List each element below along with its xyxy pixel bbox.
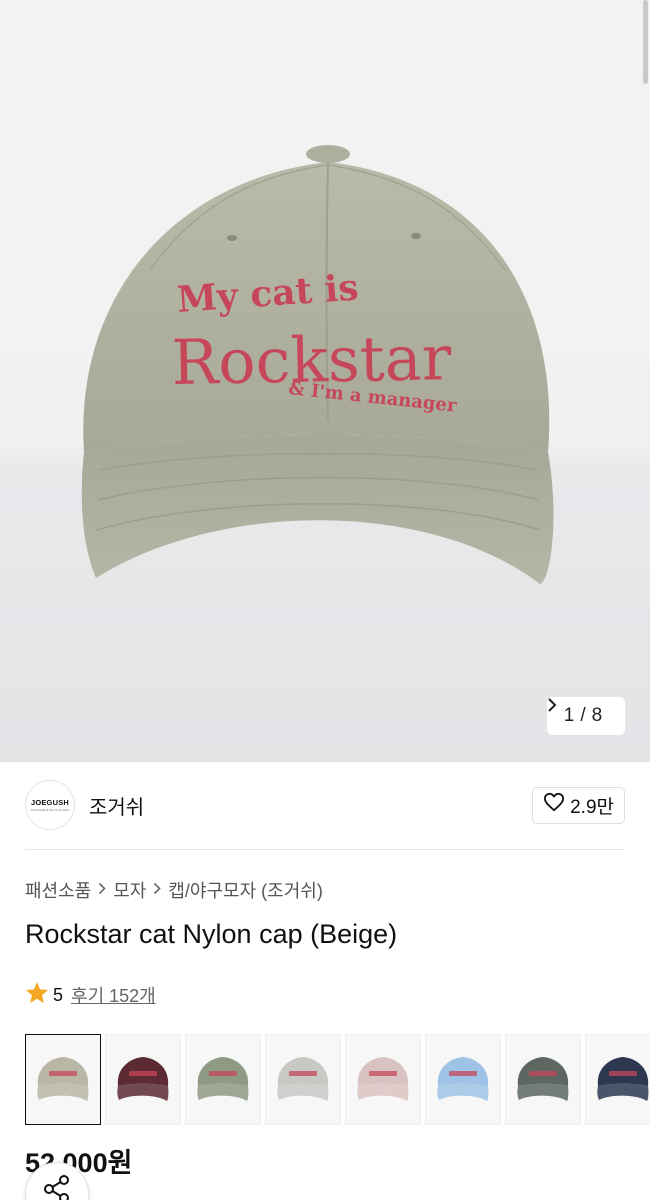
star-icon bbox=[25, 981, 49, 1009]
color-option-swatch[interactable] bbox=[185, 1034, 261, 1125]
review-count-link[interactable]: 후기 152개 bbox=[71, 982, 156, 1008]
breadcrumb-item-hats[interactable]: 모자 bbox=[113, 877, 146, 903]
cap-brim bbox=[81, 435, 554, 584]
breadcrumb: 패션소품 모자 캡/야구모자 (조거쉬) bbox=[25, 877, 323, 903]
product-image-gallery[interactable]: My cat is Rockstar & I'm a manager 1 / 8 bbox=[0, 0, 650, 762]
chevron-right-icon bbox=[153, 880, 162, 900]
cap-thumbnail-image bbox=[357, 1056, 409, 1101]
divider bbox=[25, 849, 625, 850]
pager-total: 8 bbox=[591, 705, 603, 726]
cap-thumbnail-image bbox=[37, 1056, 89, 1101]
color-option-swatch[interactable] bbox=[105, 1034, 181, 1125]
brand-logo-text: JOEGUSH bbox=[30, 798, 70, 807]
image-pager[interactable]: 1 / 8 bbox=[547, 697, 625, 735]
color-option-swatch[interactable] bbox=[425, 1034, 501, 1125]
brand-logo[interactable]: JOEGUSH SOLIVAGE & KEYS STUDIO bbox=[25, 780, 75, 830]
color-option-swatch[interactable] bbox=[585, 1034, 650, 1125]
pager-current: 1 bbox=[563, 705, 575, 726]
cap-thumbnail-image bbox=[117, 1056, 169, 1101]
product-title: Rockstar cat Nylon cap (Beige) bbox=[25, 919, 398, 949]
brand-row: JOEGUSH SOLIVAGE & KEYS STUDIO 조거쉬 2.9만 bbox=[25, 779, 625, 831]
cap-thumbnail-image bbox=[437, 1056, 489, 1101]
breadcrumb-item-fashion-accessories[interactable]: 패션소품 bbox=[25, 877, 91, 903]
cap-thumbnail-image bbox=[197, 1056, 249, 1101]
cap-thumbnail-image bbox=[597, 1056, 649, 1101]
chevron-right-icon bbox=[98, 880, 106, 900]
cap-button bbox=[306, 145, 350, 163]
cap-product-image: My cat is Rockstar & I'm a manager bbox=[81, 145, 554, 584]
color-option-swatch[interactable] bbox=[505, 1034, 581, 1125]
breadcrumb-item-caps[interactable]: 캡/야구모자 (조거쉬) bbox=[168, 877, 322, 903]
cap-thumbnail-image bbox=[277, 1056, 329, 1101]
brand-name[interactable]: 조거쉬 bbox=[89, 791, 144, 820]
share-icon bbox=[42, 1175, 72, 1200]
brand-logo-subtext: SOLIVAGE & KEYS STUDIO bbox=[30, 808, 70, 812]
like-button[interactable]: 2.9만 bbox=[532, 786, 625, 824]
heart-outline-icon bbox=[543, 792, 565, 818]
pager-separator: / bbox=[580, 705, 586, 726]
like-count: 2.9만 bbox=[570, 796, 614, 818]
color-option-swatch[interactable] bbox=[265, 1034, 341, 1125]
color-option-swatch[interactable] bbox=[25, 1034, 101, 1125]
cap-thumbnail-image bbox=[517, 1056, 569, 1101]
rating-row: 5 후기 152개 bbox=[25, 981, 156, 1009]
color-option-swatch[interactable] bbox=[345, 1034, 421, 1125]
scrollbar-thumb[interactable] bbox=[643, 0, 648, 84]
rating-score: 5 bbox=[53, 984, 64, 1005]
color-option-list bbox=[25, 1034, 650, 1125]
